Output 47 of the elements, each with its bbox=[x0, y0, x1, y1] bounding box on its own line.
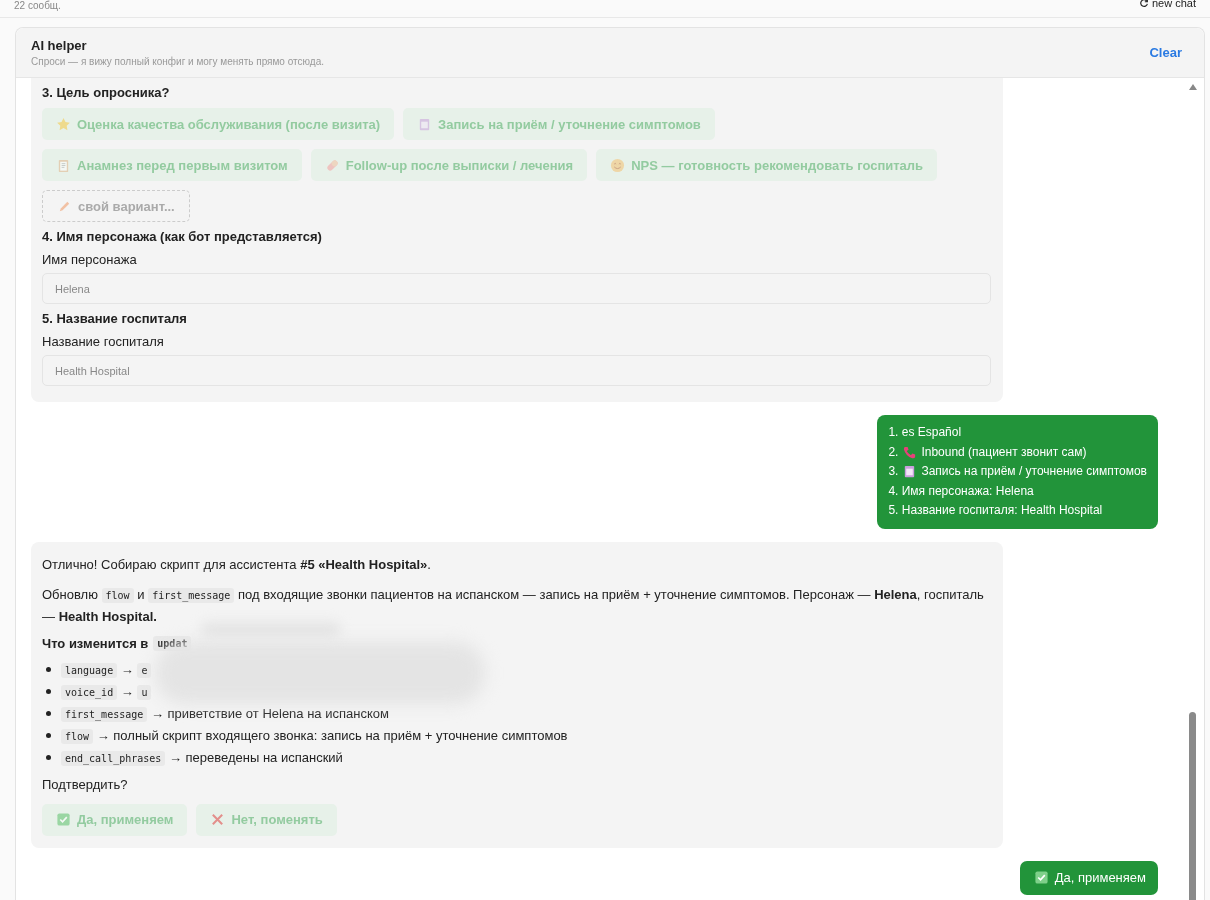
answer-line: Запись на приём / уточнение симптомов bbox=[921, 463, 1147, 480]
custom-option-button[interactable]: свой вариант... bbox=[42, 190, 190, 222]
panel-title: AI helper bbox=[31, 38, 88, 53]
scroll-up-icon[interactable] bbox=[1188, 83, 1198, 91]
change-item: language → e bbox=[61, 662, 152, 677]
bullet-icon bbox=[46, 733, 51, 738]
answer-line: Inbound (пациент звонит сам) bbox=[921, 443, 1087, 461]
bullet-icon bbox=[46, 667, 51, 672]
question-title: 4. Имя персонажа (как бот представляется) bbox=[42, 229, 323, 244]
field-label: Название госпиталя bbox=[42, 334, 165, 349]
code-snippet: first_message bbox=[148, 587, 235, 603]
refresh-icon bbox=[1138, 0, 1149, 8]
answer-number: 2. bbox=[888, 443, 899, 461]
question-title: 3. Цель опросника? bbox=[42, 85, 171, 100]
checkbox-icon bbox=[56, 812, 71, 827]
question-title: 5. Название госпиталя bbox=[42, 311, 188, 326]
bullet-icon bbox=[46, 711, 51, 716]
panel-subtitle: Спроси — я вижу полный конфиг и могу менять прямо отсюда. bbox=[31, 56, 324, 67]
message-text: Подтвердить? bbox=[42, 775, 129, 794]
reply-text: Да, применяем bbox=[1054, 870, 1146, 885]
clear-button[interactable]: Clear bbox=[1149, 45, 1182, 60]
phone-icon bbox=[902, 444, 918, 460]
change-item: first_message → приветствие от Helena на испанском bbox=[61, 706, 389, 721]
new-chat-button[interactable]: new chat bbox=[1138, 0, 1196, 9]
changes-title: Что изменится в bbox=[42, 635, 149, 651]
answer-line: 1. es Español bbox=[888, 424, 962, 441]
checkbox-icon bbox=[1033, 870, 1049, 885]
message-text: Обновлю flow и first_message под входящие звонки пациентов на испанском — запись на приём + уточнение симптомов. Персонаж — Helena, госпиталь — Health Hospital. bbox=[42, 585, 985, 626]
code-snippet: flow bbox=[101, 587, 134, 603]
answer-line: 5. Название госпиталя: Health Hospital bbox=[888, 502, 1103, 519]
bullet-icon bbox=[46, 689, 51, 694]
scrollbar-thumb[interactable] bbox=[1189, 712, 1196, 900]
change-item: end_call_phrases → переведены на испанский bbox=[61, 750, 343, 765]
input-field[interactable]: Helena bbox=[42, 273, 991, 304]
message-count: 22 сообщ. bbox=[14, 0, 61, 12]
smile-icon bbox=[610, 157, 626, 173]
change-item: flow → полный скрипт входящего звонка: запись на приём + уточнение симптомов bbox=[61, 728, 568, 743]
answer-number: 3. bbox=[888, 463, 899, 480]
message-text: Отлично! Собираю скрипт для ассистента #5 «Health Hospital». bbox=[42, 555, 432, 574]
change-item: voice_id → u bbox=[61, 684, 152, 699]
input-field[interactable]: Health Hospital bbox=[42, 355, 991, 386]
field-label: Имя персонажа bbox=[42, 252, 138, 267]
close-icon bbox=[210, 812, 226, 827]
clipboard-icon bbox=[56, 157, 71, 173]
star-icon bbox=[56, 116, 71, 132]
answer-line: 4. Имя персонажа: Helena bbox=[888, 482, 1034, 500]
bullet-icon bbox=[46, 755, 51, 760]
